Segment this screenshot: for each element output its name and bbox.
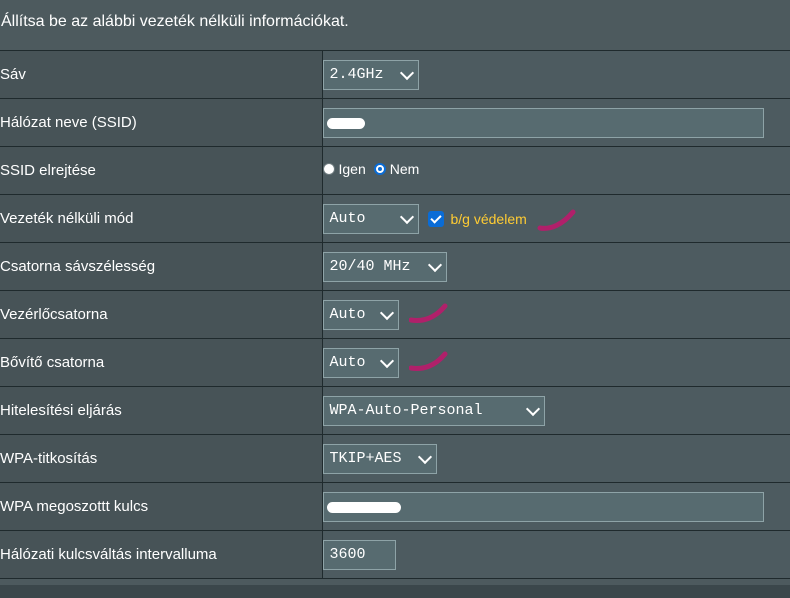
extension-channel-label: Bővítő csatorna [0, 338, 323, 387]
extension-channel-select[interactable]: Auto [322, 347, 399, 378]
page-header: Állítsa be az alábbi vezeték nélküli inf… [0, 0, 790, 50]
chevron-down-icon [525, 401, 540, 416]
row-control-channel: Vezérlőcsatorna Auto [0, 290, 790, 339]
wpa-encryption-cell: TKIP+AES [322, 434, 790, 483]
row-wpa-key: WPA megoszottt kulcs [0, 482, 790, 531]
key-rotation-input[interactable]: 3600 [322, 539, 396, 570]
chevron-down-icon [379, 353, 394, 368]
page-instruction: Állítsa be az alábbi vezeték nélküli inf… [1, 13, 349, 30]
bg-protection-checkbox[interactable] [427, 210, 444, 227]
wpa-encryption-value: TKIP+AES [329, 450, 402, 467]
pen-mark-icon [408, 351, 448, 371]
wpa-encryption-label: WPA-titkosítás [0, 434, 323, 483]
row-band: Sáv 2.4GHz [0, 50, 790, 99]
row-wireless-mode: Vezeték nélküli mód Auto b/g védelem [0, 194, 790, 243]
auth-method-value: WPA-Auto-Personal [329, 402, 483, 419]
row-wpa-encryption: WPA-titkosítás TKIP+AES [0, 434, 790, 483]
key-rotation-label: Hálózati kulcsváltás intervalluma [0, 530, 323, 579]
extension-channel-value: Auto [329, 354, 366, 371]
chevron-down-icon [399, 65, 414, 80]
wpa-key-cell [322, 482, 790, 531]
channel-bandwidth-select[interactable]: 20/40 MHz [322, 251, 447, 282]
control-channel-select[interactable]: Auto [322, 299, 399, 330]
wpa-key-label: WPA megoszottt kulcs [0, 482, 323, 531]
hide-ssid-label: SSID elrejtése [0, 146, 323, 195]
row-key-rotation: Hálózati kulcsváltás intervalluma 3600 [0, 530, 790, 579]
band-select-value: 2.4GHz [329, 66, 384, 83]
band-select[interactable]: 2.4GHz [322, 59, 419, 90]
hide-ssid-radio-no[interactable] [373, 163, 386, 175]
control-channel-value: Auto [329, 306, 366, 323]
wireless-mode-value: Auto [329, 210, 366, 227]
hide-ssid-cell: Igen Nem [322, 146, 790, 195]
auth-method-cell: WPA-Auto-Personal [322, 386, 790, 435]
channel-bandwidth-label: Csatorna sávszélesség [0, 242, 323, 291]
chevron-down-icon [417, 449, 432, 464]
key-rotation-cell: 3600 [322, 530, 790, 579]
chevron-down-icon [399, 209, 414, 224]
ssid-label: Hálózat neve (SSID) [0, 98, 323, 147]
wireless-mode-label: Vezeték nélküli mód [0, 194, 323, 243]
control-channel-label: Vezérlőcsatorna [0, 290, 323, 339]
auth-method-label: Hitelesítési eljárás [0, 386, 323, 435]
chevron-down-icon [427, 257, 442, 272]
channel-bandwidth-cell: 20/40 MHz [322, 242, 790, 291]
auth-method-select[interactable]: WPA-Auto-Personal [322, 395, 545, 426]
row-ssid: Hálózat neve (SSID) [0, 98, 790, 147]
control-channel-cell: Auto [322, 290, 790, 339]
chevron-down-icon [379, 305, 394, 320]
channel-bandwidth-value: 20/40 MHz [329, 258, 411, 275]
row-auth-method: Hitelesítési eljárás WPA-Auto-Personal [0, 386, 790, 435]
wireless-settings-table: Sáv 2.4GHz Hálózat neve (SSID) SSID elre… [0, 50, 790, 579]
hide-ssid-yes-label[interactable]: Igen [339, 161, 366, 177]
wireless-mode-select[interactable]: Auto [322, 203, 419, 234]
row-channel-bandwidth: Csatorna sávszélesség 20/40 MHz [0, 242, 790, 291]
row-extension-channel: Bővítő csatorna Auto [0, 338, 790, 387]
redaction-mark [326, 501, 401, 513]
wireless-mode-cell: Auto b/g védelem [322, 194, 790, 243]
pen-mark-icon [537, 209, 576, 231]
extension-channel-cell: Auto [322, 338, 790, 387]
band-cell: 2.4GHz [322, 50, 790, 99]
hide-ssid-no-label[interactable]: Nem [390, 161, 420, 177]
band-label: Sáv [0, 50, 323, 99]
hide-ssid-radio-yes[interactable] [322, 163, 335, 175]
ssid-input[interactable] [322, 107, 764, 138]
pen-mark-icon [408, 303, 448, 323]
bg-protection-label[interactable]: b/g védelem [451, 211, 527, 227]
wpa-key-input[interactable] [322, 491, 764, 522]
bottom-strip [0, 585, 790, 598]
row-hide-ssid: SSID elrejtése Igen Nem [0, 146, 790, 195]
ssid-cell [322, 98, 790, 147]
redaction-mark [326, 117, 365, 129]
hide-ssid-radio-group: Igen Nem [322, 161, 428, 177]
wpa-encryption-select[interactable]: TKIP+AES [322, 443, 437, 474]
